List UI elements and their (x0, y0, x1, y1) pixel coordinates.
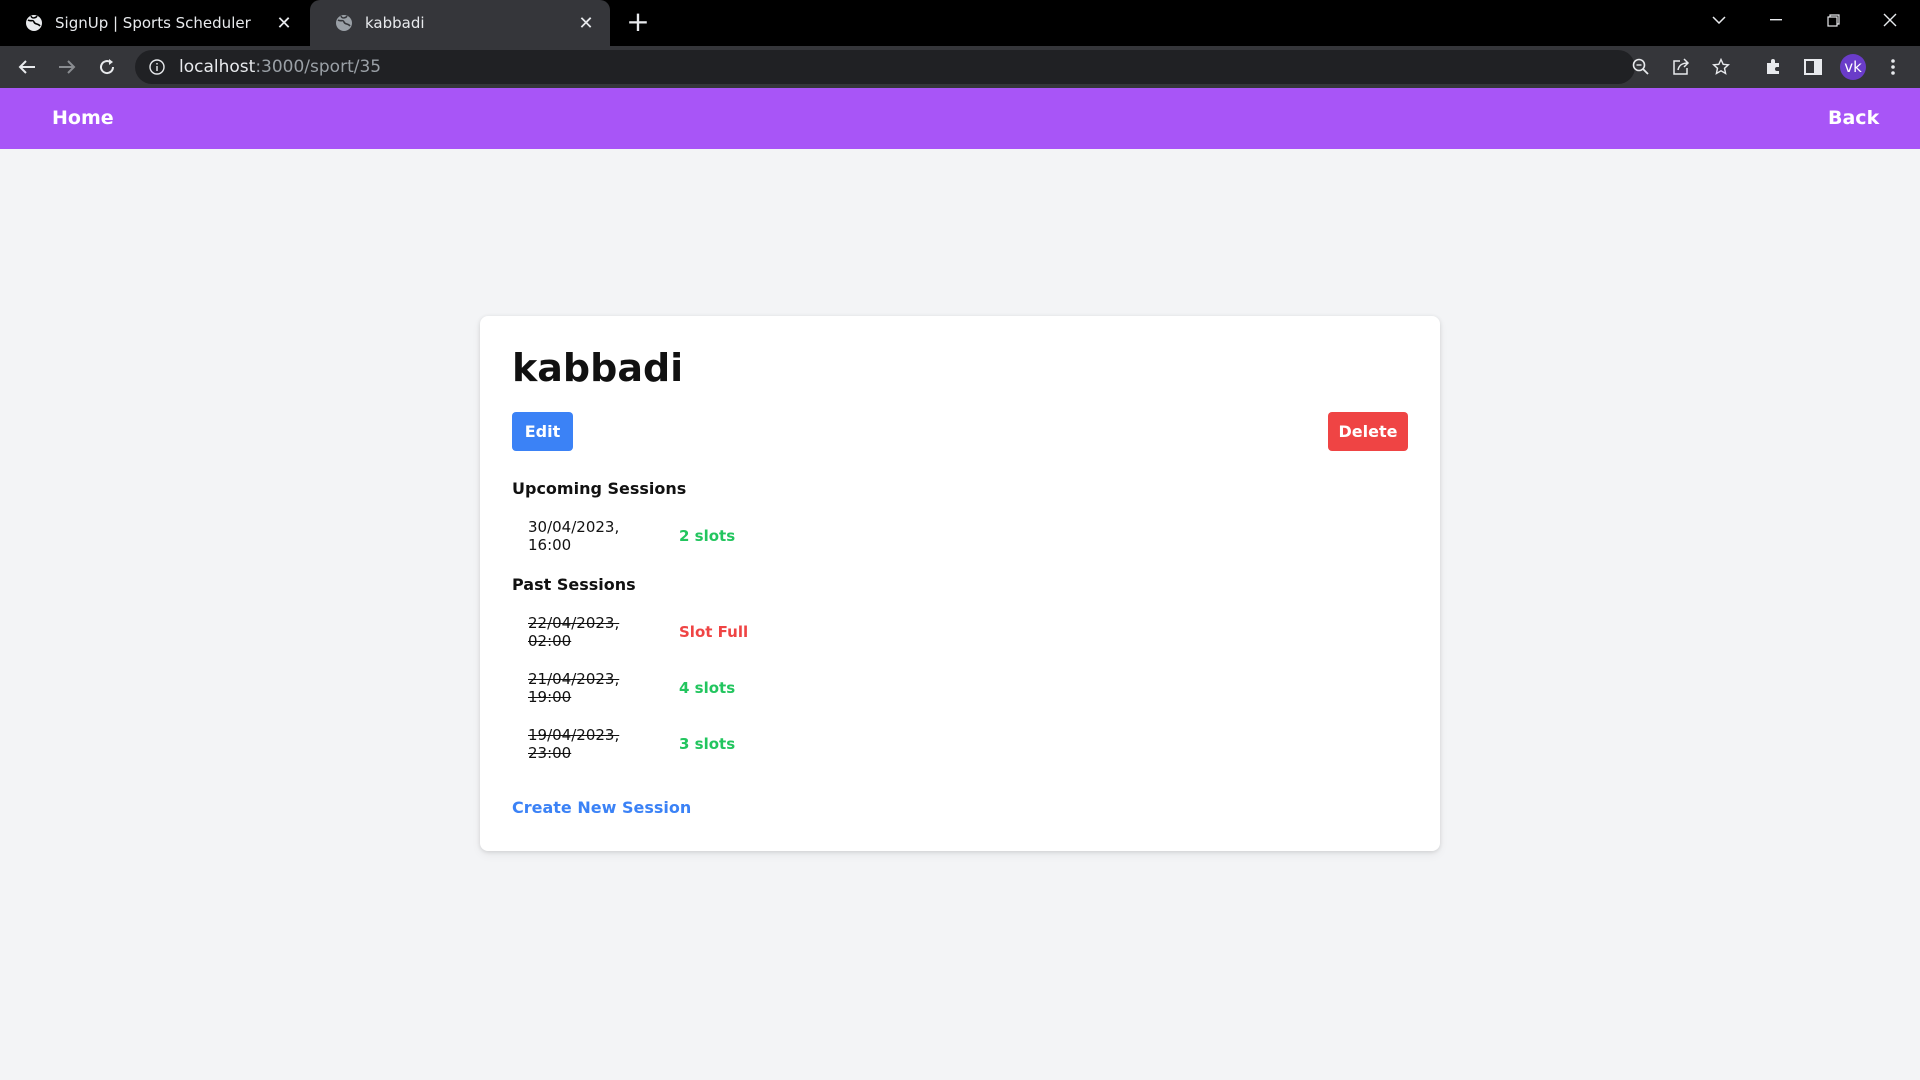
create-new-session-link[interactable]: Create New Session (512, 798, 691, 817)
edit-button[interactable]: Edit (512, 412, 573, 451)
home-link[interactable]: Home (52, 88, 114, 149)
session-datetime: 30/04/2023, 16:00 (528, 518, 620, 554)
upcoming-sessions-heading: Upcoming Sessions (512, 479, 687, 498)
back-link[interactable]: Back (1828, 88, 1879, 149)
past-sessions-heading: Past Sessions (512, 575, 636, 594)
session-datetime: 19/04/2023, 23:00 (528, 726, 620, 762)
browser-tab-kabbadi[interactable]: kabbadi ✕ (310, 0, 610, 46)
bookmark-star-icon[interactable] (1704, 50, 1738, 84)
share-icon[interactable] (1664, 50, 1698, 84)
url-text: localhost:3000/sport/35 (179, 57, 382, 77)
close-window-icon[interactable] (1867, 0, 1913, 40)
side-panel-icon[interactable] (1796, 50, 1830, 84)
session-slots: Slot Full (679, 623, 749, 641)
session-datetime: 21/04/2023, 19:00 (528, 670, 620, 706)
browser-tab-strip: SignUp | Sports Scheduler ✕ kabbadi ✕ + (0, 0, 1920, 46)
browser-toolbar: localhost:3000/sport/35 vk (0, 46, 1920, 88)
zoom-icon[interactable] (1624, 50, 1658, 84)
info-icon[interactable] (149, 59, 165, 75)
session-slots: 3 slots (679, 735, 736, 753)
tab-close-icon[interactable]: ✕ (274, 13, 294, 34)
globe-icon (336, 15, 352, 31)
session-datetime: 22/04/2023, 02:00 (528, 614, 620, 650)
past-session-row[interactable]: 21/04/2023, 19:00 4 slots (528, 670, 736, 706)
app-navbar: Home Back (0, 88, 1920, 149)
session-slots: 2 slots (679, 527, 736, 545)
sport-title: kabbadi (512, 346, 684, 390)
back-arrow-icon[interactable] (10, 50, 44, 84)
forward-arrow-icon[interactable] (50, 50, 84, 84)
restore-icon[interactable] (1810, 0, 1856, 40)
upcoming-session-row[interactable]: 30/04/2023, 16:00 2 slots (528, 518, 736, 554)
tab-search-chevron-icon[interactable] (1696, 0, 1742, 40)
sport-card: kabbadi Edit Delete Upcoming Sessions 30… (480, 316, 1440, 851)
tab-title: kabbadi (365, 14, 425, 32)
extensions-puzzle-icon[interactable] (1756, 50, 1790, 84)
address-bar[interactable]: localhost:3000/sport/35 (135, 50, 1730, 84)
past-session-row[interactable]: 19/04/2023, 23:00 3 slots (528, 726, 736, 762)
tab-title: SignUp | Sports Scheduler (55, 14, 251, 32)
minimize-icon[interactable] (1753, 0, 1799, 40)
past-session-row[interactable]: 22/04/2023, 02:00 Slot Full (528, 614, 749, 650)
browser-tab-signup[interactable]: SignUp | Sports Scheduler ✕ (0, 0, 308, 46)
session-slots: 4 slots (679, 679, 736, 697)
delete-button[interactable]: Delete (1328, 412, 1408, 451)
reload-icon[interactable] (90, 50, 124, 84)
tab-close-icon[interactable]: ✕ (576, 13, 596, 34)
globe-icon (26, 15, 42, 31)
kebab-menu-icon[interactable] (1876, 50, 1910, 84)
profile-avatar[interactable]: vk (1836, 50, 1870, 84)
new-tab-icon[interactable]: + (622, 7, 654, 39)
